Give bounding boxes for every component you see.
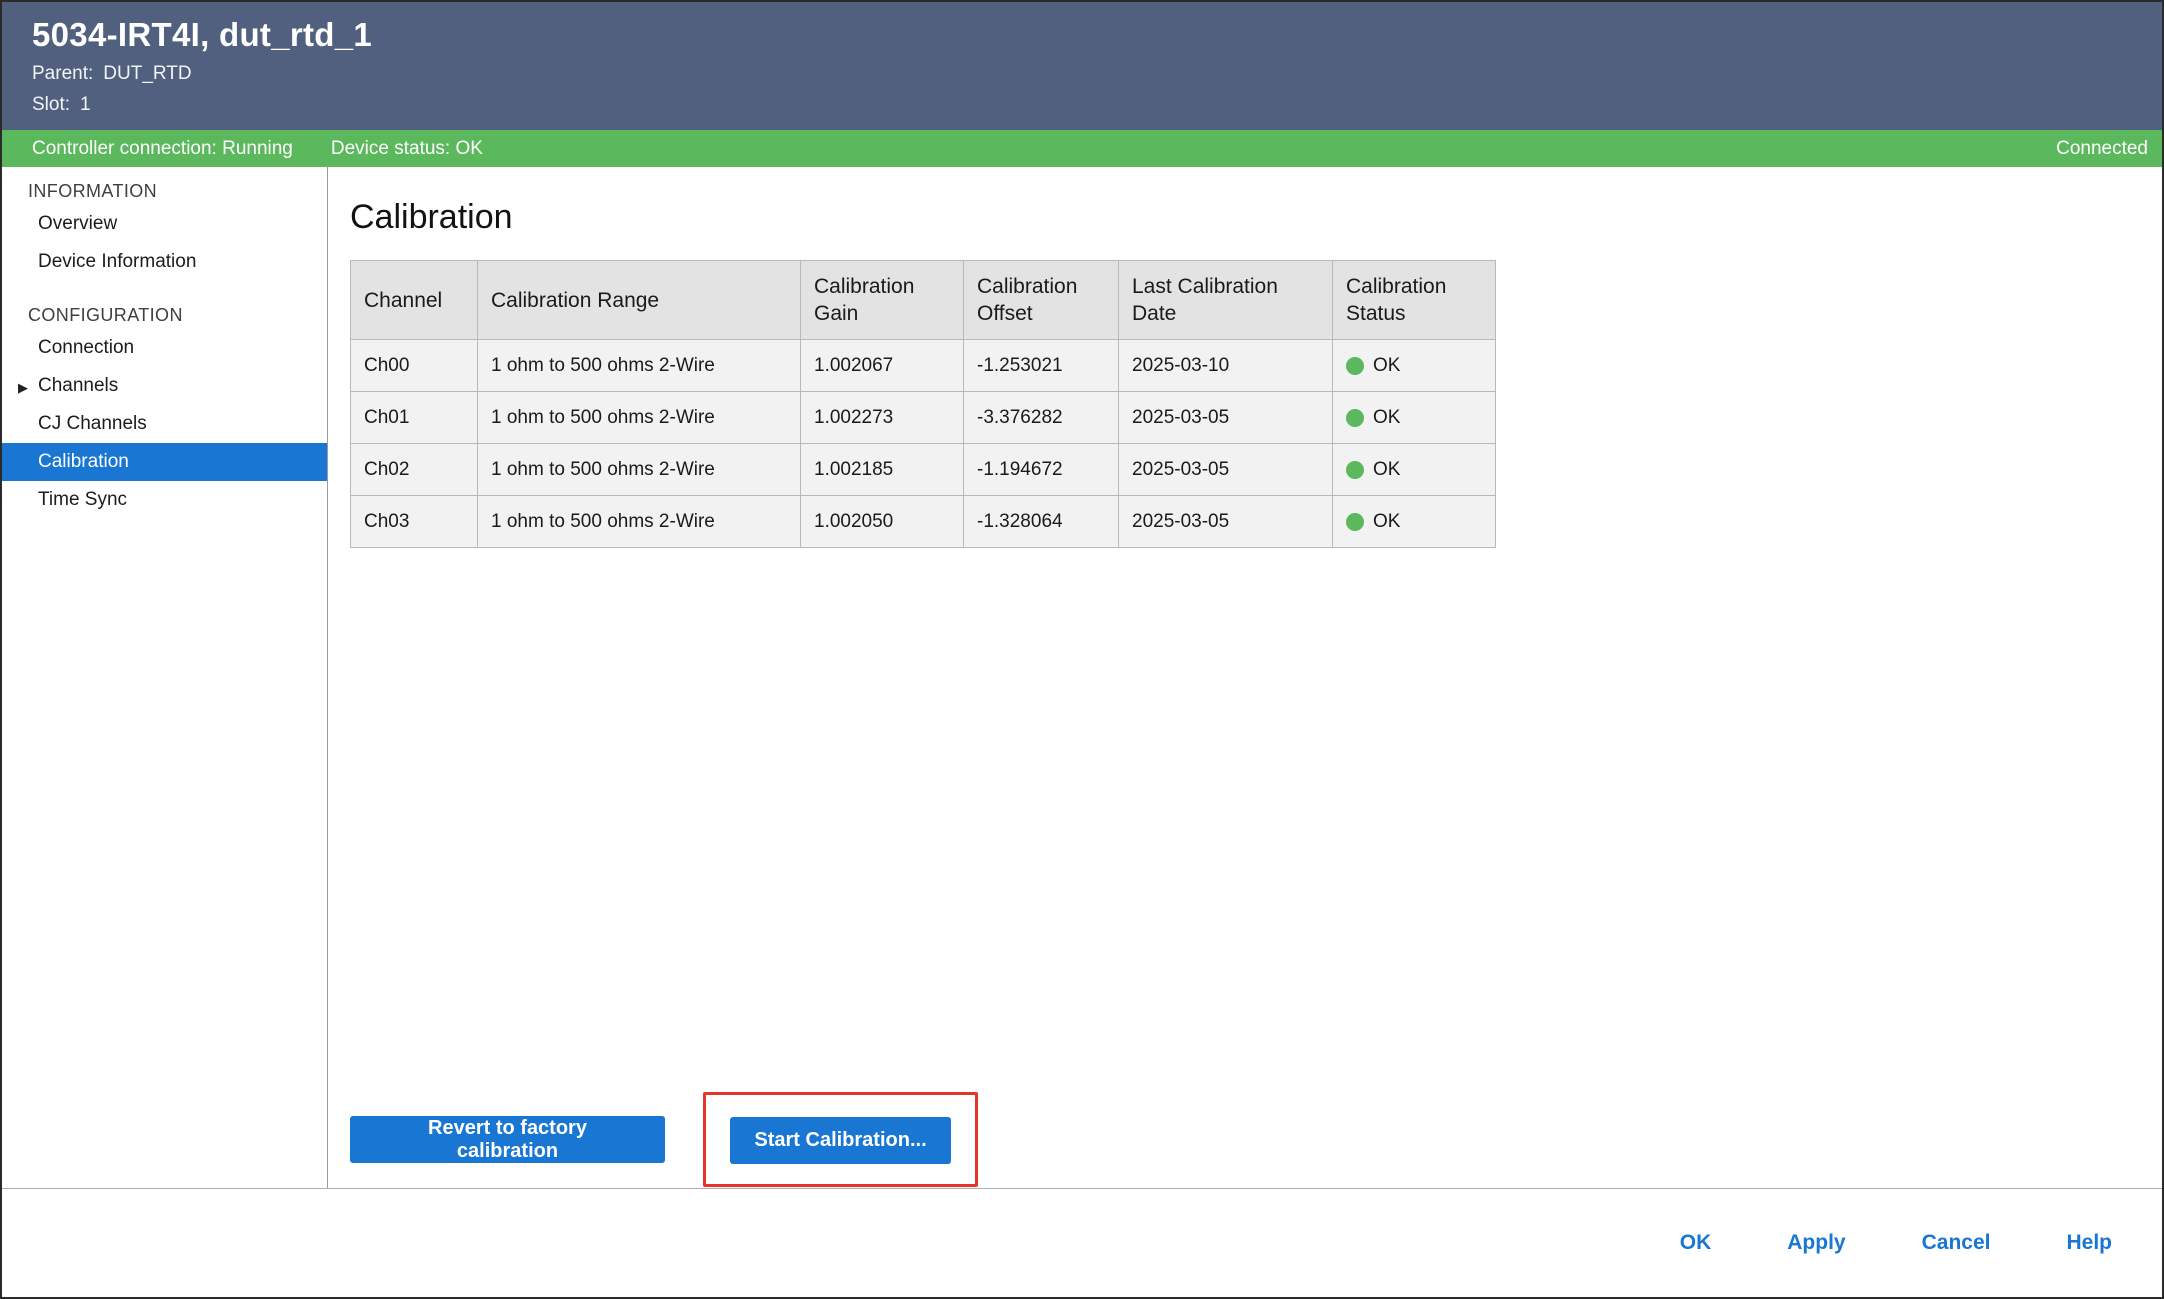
cell-date: 2025-03-05 [1119,496,1333,548]
sidebar-item-channels[interactable]: ▶ Channels [2,367,327,405]
sidebar-item-connection[interactable]: Connection [2,329,327,367]
slot-info: Slot: 1 [32,94,2162,116]
sidebar-item-device-information[interactable]: Device Information [2,243,327,281]
content-area: INFORMATION Overview Device Information … [2,167,2162,1188]
footer: OK Apply Cancel Help [2,1188,2162,1297]
cell-range: 1 ohm to 500 ohms 2-Wire [478,496,801,548]
page-title: 5034-IRT4I, dut_rtd_1 [32,16,2162,54]
sidebar-item-calibration[interactable]: Calibration [2,443,327,481]
status-bar: Controller connection: Running Device st… [2,130,2162,167]
action-buttons: Revert to factory calibration Start Cali… [350,1092,978,1187]
parent-value: DUT_RTD [103,63,191,84]
cell-status: OK [1333,392,1496,444]
table-row[interactable]: Ch01 1 ohm to 500 ohms 2-Wire 1.002273 -… [351,392,1496,444]
cell-range: 1 ohm to 500 ohms 2-Wire [478,392,801,444]
status-text: OK [1373,508,1400,535]
connection-state: Connected [2056,138,2148,160]
cell-offset: -1.194672 [964,444,1119,496]
cell-range: 1 ohm to 500 ohms 2-Wire [478,444,801,496]
cell-gain: 1.002067 [801,340,964,392]
calibration-table: Channel Calibration Range Calibration Ga… [350,260,1496,548]
sidebar-item-label: Time Sync [38,489,127,510]
cell-status: OK [1333,444,1496,496]
col-header-calibration-gain: Calibration Gain [801,261,964,340]
sidebar-item-overview[interactable]: Overview [2,205,327,243]
cell-status: OK [1333,340,1496,392]
col-header-channel: Channel [351,261,478,340]
status-text: OK [1373,404,1400,431]
sidebar-item-label: CJ Channels [38,413,147,434]
table-header-row: Channel Calibration Range Calibration Ga… [351,261,1496,340]
sidebar-item-time-sync[interactable]: Time Sync [2,481,327,519]
cell-date: 2025-03-05 [1119,444,1333,496]
parent-label: Parent: [32,63,93,84]
status-text: OK [1373,456,1400,483]
sidebar-item-label: Device Information [38,251,196,272]
parent-info: Parent: DUT_RTD [32,63,2162,85]
main-panel: Calibration Channel Calibration Range Ca… [328,167,2162,1188]
cell-channel: Ch02 [351,444,478,496]
cell-offset: -1.328064 [964,496,1119,548]
cell-channel: Ch01 [351,392,478,444]
ok-button[interactable]: OK [1680,1231,1712,1255]
cell-offset: -3.376282 [964,392,1119,444]
table-row[interactable]: Ch02 1 ohm to 500 ohms 2-Wire 1.002185 -… [351,444,1496,496]
apply-button[interactable]: Apply [1787,1231,1845,1255]
cell-gain: 1.002273 [801,392,964,444]
annotation-highlight-box: Start Calibration... [703,1092,978,1187]
col-header-calibration-offset: Calibration Offset [964,261,1119,340]
cell-date: 2025-03-05 [1119,392,1333,444]
table-row[interactable]: Ch03 1 ohm to 500 ohms 2-Wire 1.002050 -… [351,496,1496,548]
cell-gain: 1.002050 [801,496,964,548]
sidebar-section-configuration: CONFIGURATION [2,301,327,329]
sidebar-section-information: INFORMATION [2,177,327,205]
cell-channel: Ch03 [351,496,478,548]
help-button[interactable]: Help [2066,1231,2112,1255]
sidebar-item-label: Overview [38,213,117,234]
slot-value: 1 [80,94,91,115]
cancel-button[interactable]: Cancel [1922,1231,1991,1255]
titlebar: 5034-IRT4I, dut_rtd_1 Parent: DUT_RTD Slo… [2,2,2162,130]
table-row[interactable]: Ch00 1 ohm to 500 ohms 2-Wire 1.002067 -… [351,340,1496,392]
status-ok-icon [1346,357,1364,375]
cell-status: OK [1333,496,1496,548]
status-ok-icon [1346,513,1364,531]
controller-connection-status: Controller connection: Running [32,138,293,160]
cell-offset: -1.253021 [964,340,1119,392]
page-heading: Calibration [350,197,2162,237]
expand-arrow-icon[interactable]: ▶ [18,377,28,399]
sidebar: INFORMATION Overview Device Information … [2,167,328,1188]
status-text: OK [1373,352,1400,379]
status-ok-icon [1346,461,1364,479]
col-header-calibration-status: Calibration Status [1333,261,1496,340]
sidebar-item-label: Channels [38,375,118,396]
slot-label: Slot: [32,94,70,115]
start-calibration-button[interactable]: Start Calibration... [730,1117,951,1164]
revert-factory-calibration-button[interactable]: Revert to factory calibration [350,1116,665,1163]
cell-channel: Ch00 [351,340,478,392]
sidebar-item-label: Calibration [38,451,129,472]
device-config-window: 5034-IRT4I, dut_rtd_1 Parent: DUT_RTD Slo… [0,0,2164,1299]
cell-date: 2025-03-10 [1119,340,1333,392]
status-ok-icon [1346,409,1364,427]
col-header-calibration-range: Calibration Range [478,261,801,340]
sidebar-item-cj-channels[interactable]: CJ Channels [2,405,327,443]
sidebar-item-label: Connection [38,337,134,358]
device-status: Device status: OK [331,138,483,160]
col-header-last-calibration-date: Last Calibration Date [1119,261,1333,340]
cell-range: 1 ohm to 500 ohms 2-Wire [478,340,801,392]
cell-gain: 1.002185 [801,444,964,496]
